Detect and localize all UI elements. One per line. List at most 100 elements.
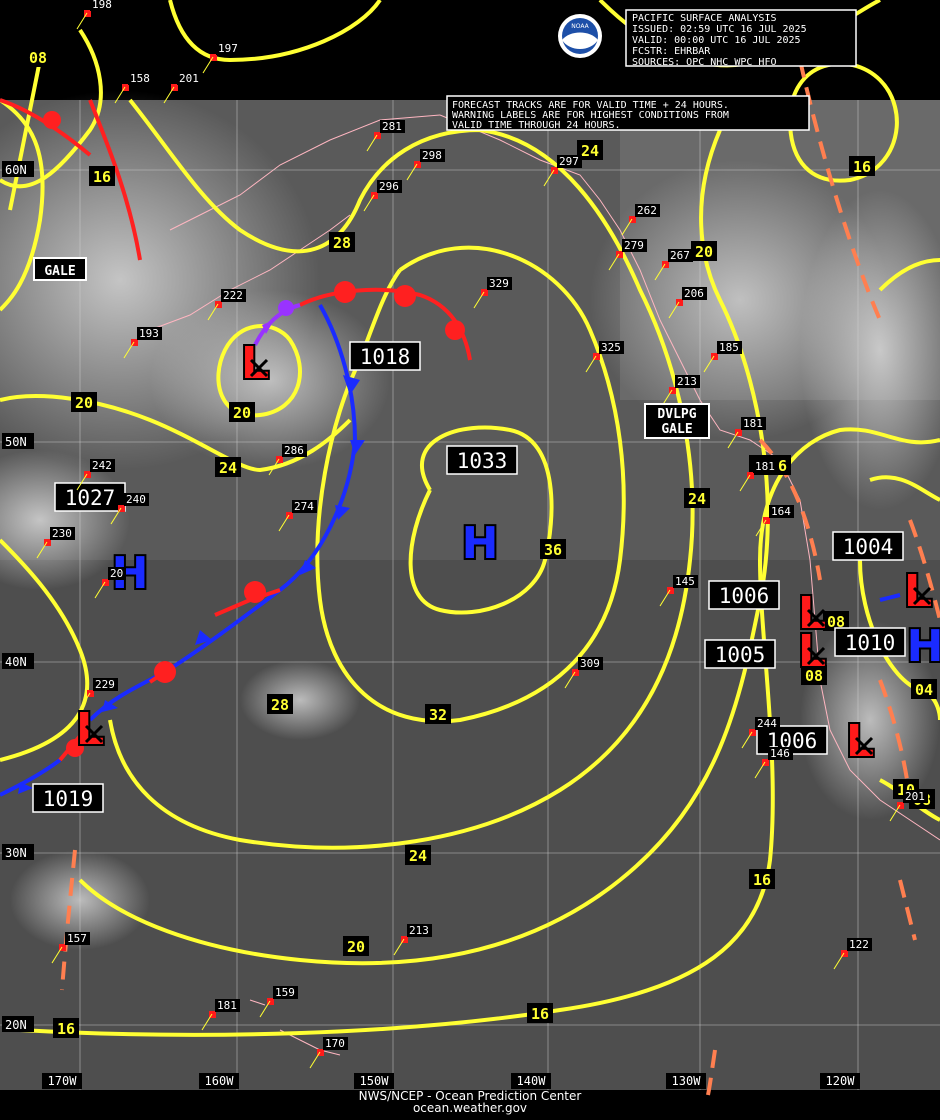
isobar-value: 20 <box>75 394 93 412</box>
ship-pressure-value: 193 <box>139 327 159 340</box>
dvlpg-gale-label-line2: GALE <box>661 422 692 437</box>
isobar-value: 16 <box>853 158 871 176</box>
ship-pressure-value: 296 <box>379 180 399 193</box>
notice-line3: VALID TIME THROUGH 24 HOURS. <box>452 120 621 131</box>
isobar-label: 20 <box>691 241 717 261</box>
latitude-text: 30N <box>5 846 27 860</box>
isobar-value: 08 <box>29 49 47 67</box>
ship-pressure-value: 164 <box>771 505 791 518</box>
surface-analysis-map: 0816162020242824201636242832242016160804… <box>0 0 940 1120</box>
ship-pressure-value: 297 <box>559 155 579 168</box>
ship-pressure-value: 309 <box>580 657 600 670</box>
ship-pressure-value: 262 <box>637 204 657 217</box>
latitude-text: 20N <box>5 1018 27 1032</box>
latitude-label: 20N <box>2 1016 34 1032</box>
isobar-value: 16 <box>93 168 111 186</box>
ship-pressure-value: 181 <box>755 460 775 473</box>
latitude-text: 40N <box>5 655 27 669</box>
ship-pressure-value: 197 <box>218 42 238 55</box>
ship-pressure-value: 281 <box>382 120 402 133</box>
ship-pressure-value: 244 <box>757 717 777 730</box>
isobar-label: 24 <box>684 488 710 508</box>
isobar-label: 20 <box>343 936 369 956</box>
ship-pressure-value: 185 <box>719 341 739 354</box>
longitude-label: 130W <box>666 1073 706 1089</box>
longitude-label: 120W <box>820 1073 860 1089</box>
isobar-value: 16 <box>531 1005 549 1023</box>
isobar-label: 24 <box>215 457 241 477</box>
ship-pressure-value: 198 <box>92 0 112 11</box>
longitude-text: 150W <box>360 1074 390 1088</box>
latitude-label: 40N <box>2 653 34 669</box>
ship-pressure-value: 201 <box>179 72 199 85</box>
ship-pressure-value: 286 <box>284 444 304 457</box>
isobar-value: 36 <box>544 541 562 559</box>
isobar-value: 04 <box>915 681 933 699</box>
pressure-value: 1006 <box>719 584 770 608</box>
isobar-value: 24 <box>581 142 599 160</box>
longitude-text: 120W <box>826 1074 856 1088</box>
isobar-label: 24 <box>405 845 431 865</box>
pressure-value: 1033 <box>457 449 508 473</box>
latitude-text: 50N <box>5 435 27 449</box>
ship-pressure-value: 158 <box>130 72 150 85</box>
ship-pressure-value: 242 <box>92 459 112 472</box>
longitude-text: 140W <box>517 1074 547 1088</box>
isobar-value: 20 <box>233 404 251 422</box>
ship-pressure-value: 329 <box>489 277 509 290</box>
ship-pressure-value: 213 <box>677 375 697 388</box>
pressure-value-box: 1004 <box>832 531 904 561</box>
ship-pressure-value: 222 <box>223 289 243 302</box>
isobar-value: 32 <box>429 706 447 724</box>
pressure-value: 1010 <box>845 631 896 655</box>
pressure-value-box: 1019 <box>32 783 104 813</box>
noaa-logo: NOAA <box>558 14 602 58</box>
longitude-text: 170W <box>48 1074 78 1088</box>
ship-pressure-value: 181 <box>217 999 237 1012</box>
longitude-text: 130W <box>672 1074 702 1088</box>
ship-pressure-value: 146 <box>770 747 790 760</box>
ship-pressure-value: 229 <box>95 678 115 691</box>
longitude-label: 140W <box>511 1073 551 1089</box>
latitude-label: 50N <box>2 433 34 449</box>
isobar-value: 28 <box>333 234 351 252</box>
pressure-value-box: 1006 <box>708 580 780 610</box>
ship-pressure-value: 267 <box>670 249 690 262</box>
latitude-text: 60N <box>5 163 27 177</box>
latitude-label: 30N <box>2 844 34 860</box>
pressure-value: 1019 <box>43 787 94 811</box>
noaa-logo-text: NOAA <box>571 23 589 30</box>
header-title: PACIFIC SURFACE ANALYSIS <box>632 13 777 24</box>
ship-pressure-value: 325 <box>601 341 621 354</box>
longitude-label: 150W <box>354 1073 394 1089</box>
isobar-label: 36 <box>540 539 566 559</box>
latitude-label: 60N <box>2 161 34 177</box>
isobar-value: 28 <box>271 696 289 714</box>
ship-pressure-value: 201 <box>905 790 925 803</box>
isobar-value: 24 <box>219 459 237 477</box>
header-valid: VALID: 00:00 UTC 16 JUL 2025 <box>632 35 801 46</box>
notice-panel: FORECAST TRACKS ARE FOR VALID TIME + 24 … <box>446 95 810 131</box>
ship-pressure-value: 279 <box>624 239 644 252</box>
pressure-value-box: 1033 <box>446 445 518 475</box>
ship-pressure-value: 145 <box>675 575 695 588</box>
header-issued: ISSUED: 02:59 UTC 16 JUL 2025 <box>632 24 807 35</box>
ship-pressure-value: 181 <box>743 417 763 430</box>
longitude-label: 170W <box>42 1073 82 1089</box>
ship-pressure-value: 298 <box>422 149 442 162</box>
pressure-value: 1005 <box>715 643 766 667</box>
ship-pressure-value: 157 <box>67 932 87 945</box>
isobar-label: 08 <box>25 47 51 67</box>
ship-pressure-value: 170 <box>325 1037 345 1050</box>
ship-pressure-value: 206 <box>684 287 704 300</box>
isobar-label: 16 <box>849 156 875 176</box>
header-panel: PACIFIC SURFACE ANALYSIS ISSUED: 02:59 U… <box>625 9 857 68</box>
isobar-label: 20 <box>71 392 97 412</box>
ship-pressure-value: 274 <box>294 500 314 513</box>
isobar-label: 32 <box>425 704 451 724</box>
ship-pressure-value: 159 <box>275 986 295 999</box>
isobar-label: 16 <box>527 1003 553 1023</box>
longitude-text: 160W <box>205 1074 235 1088</box>
gale-warning-label: GALE <box>44 264 75 279</box>
ship-pressure-value: 240 <box>126 493 146 506</box>
